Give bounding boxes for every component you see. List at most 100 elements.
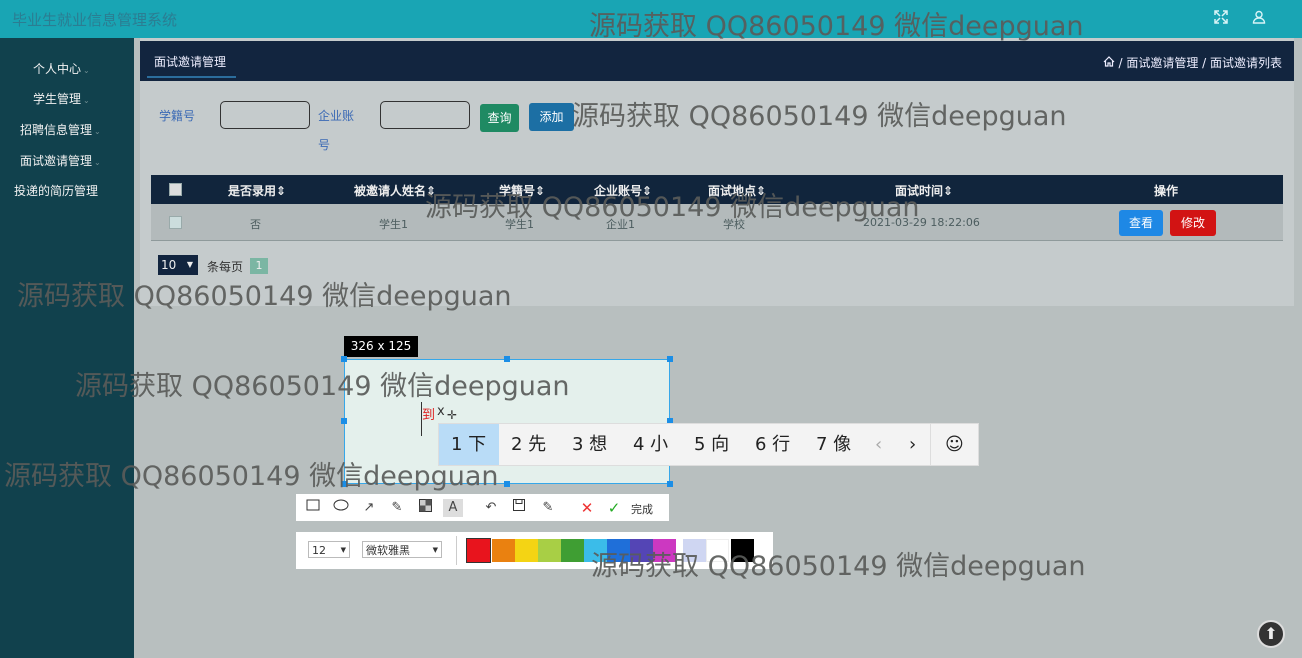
chevron-right-icon[interactable]: › — [909, 424, 916, 465]
sidebar-item-label: 招聘信息管理 — [20, 123, 93, 137]
rectangle-icon[interactable] — [304, 499, 322, 517]
page-number[interactable]: 1 — [250, 258, 268, 274]
resize-handle-w[interactable] — [341, 418, 347, 424]
watermark: 源码获取 QQ86050149 微信deepguan — [572, 101, 1067, 132]
crosshair-icon: ✛ — [447, 408, 458, 422]
divider — [456, 536, 457, 565]
watermark: 源码获取 QQ86050149 微信deepguan — [425, 192, 920, 223]
save-icon[interactable] — [510, 499, 528, 517]
ime-candidate[interactable]: 3 想 — [572, 424, 607, 465]
sidebar-item-interview[interactable]: 面试邀请管理 ⌄ — [20, 152, 101, 169]
color-swatch-selected[interactable] — [466, 538, 491, 563]
page-size-value: 10 — [161, 258, 177, 272]
tab-interview-management[interactable]: 面试邀请管理 — [147, 53, 237, 78]
resize-handle-ne[interactable] — [667, 356, 673, 362]
caret-down-icon: ▼ — [340, 546, 346, 554]
breadcrumb-path: / 面试邀请管理 / 面试邀请列表 — [1118, 56, 1282, 70]
font-family-value: 微软雅黑 — [366, 544, 410, 557]
pencil-icon[interactable]: ✎ — [388, 499, 406, 517]
ime-candidate[interactable]: 6 行 — [755, 424, 790, 465]
expand-icon[interactable] — [1213, 10, 1229, 26]
arrow-up-icon[interactable]: ⬆ — [1257, 620, 1285, 648]
ime-candidate[interactable]: 4 小 — [633, 424, 668, 465]
text-cursor — [421, 402, 422, 436]
arrow-icon[interactable]: ↗ — [360, 499, 378, 517]
cell-hired: 否 — [250, 218, 261, 231]
color-swatch[interactable] — [538, 539, 561, 562]
home-icon[interactable] — [1103, 56, 1115, 70]
row-checkbox[interactable] — [169, 216, 182, 229]
col-hired[interactable]: 是否录用⇕ — [228, 182, 286, 199]
ime-candidate[interactable]: 5 向 — [694, 424, 729, 465]
user-icon[interactable] — [1251, 10, 1267, 26]
sidebar-item-profile[interactable]: 个人中心 ⌄ — [33, 60, 90, 77]
edit-icon[interactable]: ✎ — [539, 499, 557, 517]
sidebar-item-label: 学生管理 — [33, 92, 82, 106]
cell-name: 学生1 — [379, 218, 408, 231]
divider — [930, 424, 931, 465]
emoji-icon[interactable]: ☺ — [945, 424, 964, 465]
breadcrumb-bar: 面试邀请管理 / 面试邀请管理 / 面试邀请列表 — [140, 41, 1294, 81]
watermark: 源码获取 QQ86050149 微信deepguan — [17, 281, 512, 312]
color-swatch[interactable] — [561, 539, 584, 562]
ime-candidate[interactable]: 2 先 — [511, 424, 546, 465]
caret-down-icon: ▼ — [432, 546, 438, 554]
watermark: 源码获取 QQ86050149 微信deepguan — [589, 11, 1084, 42]
add-button[interactable]: 添加 — [529, 103, 574, 131]
font-size-value: 12 — [312, 544, 326, 557]
content-panel: 面试邀请管理 / 面试邀请管理 / 面试邀请列表 学籍号 企业账 号 查询 添加… — [140, 38, 1294, 306]
caret-down-icon: ▼ — [186, 260, 193, 269]
sidebar-item-label: 面试邀请管理 — [20, 154, 93, 168]
close-icon[interactable]: ✕ — [578, 499, 596, 517]
undo-icon[interactable]: ↶ — [482, 499, 500, 517]
student-no-label: 学籍号 — [159, 109, 196, 123]
sidebar: 个人中心 ⌄ 学生管理 ⌄ 招聘信息管理 ⌄ 面试邀请管理 ⌄ 投递的简历管理 — [0, 38, 134, 658]
resize-handle-se[interactable] — [667, 481, 673, 487]
company-account-input[interactable] — [380, 101, 470, 129]
selection-size-label: 326 x 125 — [344, 336, 418, 357]
col-invitee-name[interactable]: 被邀请人姓名⇕ — [354, 182, 436, 199]
color-swatch[interactable] — [492, 539, 515, 562]
chevron-down-icon: ⌄ — [83, 96, 90, 105]
sidebar-item-recruitment[interactable]: 招聘信息管理 ⌄ — [20, 121, 101, 138]
mosaic-icon[interactable] — [416, 499, 434, 517]
chevron-down-icon: ⌄ — [94, 158, 101, 167]
check-icon[interactable]: ✓ — [605, 499, 623, 517]
font-size-select[interactable]: 12 ▼ — [308, 541, 350, 558]
chevron-down-icon: ⌄ — [94, 127, 101, 136]
color-swatch[interactable] — [515, 539, 538, 562]
ellipse-icon[interactable] — [332, 499, 350, 517]
text-tool-icon[interactable]: A — [443, 499, 463, 517]
font-family-select[interactable]: 微软雅黑 ▼ — [362, 541, 442, 558]
ime-candidate-bar: 1 下 2 先 3 想 4 小 5 向 6 行 7 像 ‹ › ☺ — [438, 423, 979, 466]
resize-handle-n[interactable] — [504, 356, 510, 362]
screenshot-toolbar: ↗ ✎ A ↶ ✎ ✕ ✓ 完成 — [296, 494, 669, 521]
chevron-down-icon: ⌄ — [83, 66, 90, 75]
ime-candidate[interactable]: 7 像 — [816, 424, 851, 465]
sidebar-item-resumes[interactable]: 投递的简历管理 — [14, 182, 98, 199]
per-page-label: 条每页 — [207, 260, 244, 274]
breadcrumb: / 面试邀请管理 / 面试邀请列表 — [1103, 54, 1282, 71]
company-account-label: 企业账 — [318, 109, 355, 123]
done-button[interactable]: 完成 — [631, 501, 653, 517]
watermark: 源码获取 QQ86050149 微信deepguan — [4, 461, 499, 492]
chevron-left-icon[interactable]: ‹ — [875, 424, 882, 465]
sidebar-item-label: 个人中心 — [33, 62, 82, 76]
col-actions: 操作 — [1154, 184, 1179, 198]
resize-handle-s[interactable] — [504, 481, 510, 487]
resize-handle-nw[interactable] — [341, 356, 347, 362]
sidebar-item-label: 投递的简历管理 — [14, 184, 99, 198]
app-title: 毕业生就业信息管理系统 — [12, 11, 178, 29]
company-account-label-2: 号 — [318, 138, 331, 152]
sidebar-item-students[interactable]: 学生管理 ⌄ — [33, 90, 90, 107]
watermark: 源码获取 QQ86050149 微信deepguan — [591, 551, 1086, 582]
student-no-input[interactable] — [220, 101, 310, 129]
edit-button[interactable]: 修改 — [1170, 210, 1216, 236]
watermark: 源码获取 QQ86050149 微信deepguan — [75, 371, 570, 402]
select-all-checkbox[interactable] — [169, 183, 182, 196]
page-size-select[interactable]: 10 ▼ — [158, 255, 198, 275]
query-button[interactable]: 查询 — [480, 104, 519, 132]
typed-text-latin: x — [437, 404, 445, 419]
typed-text: 到 — [422, 408, 436, 423]
view-button[interactable]: 查看 — [1119, 210, 1163, 236]
